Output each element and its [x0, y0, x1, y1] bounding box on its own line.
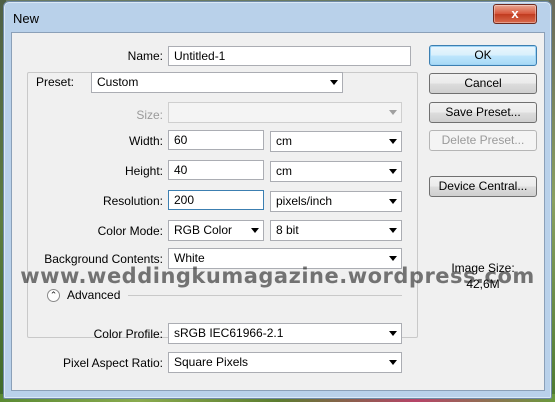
cancel-button[interactable]: Cancel: [429, 73, 537, 94]
image-size-value: 42,6M: [466, 277, 500, 291]
preset-select[interactable]: Custom: [91, 72, 343, 93]
width-label: Width:: [128, 134, 163, 148]
height-input-value: 40: [174, 163, 188, 177]
chevron-down-icon: [389, 228, 397, 233]
close-button[interactable]: x: [493, 4, 537, 24]
chevron-down-icon: [251, 228, 259, 233]
chevron-down-icon: [389, 360, 397, 365]
background-contents-value: White: [174, 251, 205, 265]
resolution-unit-value: pixels/inch: [276, 194, 333, 208]
name-input[interactable]: Untitled-1: [168, 46, 411, 66]
advanced-label[interactable]: Advanced: [67, 288, 120, 302]
name-input-value: Untitled-1: [174, 49, 226, 63]
color-mode-select[interactable]: RGB Color: [168, 220, 264, 241]
name-label: Name:: [127, 49, 163, 63]
resolution-input[interactable]: 200: [168, 190, 264, 210]
width-input-value: 60: [174, 133, 188, 147]
resolution-input-value: 200: [174, 193, 195, 207]
width-unit-select[interactable]: cm: [270, 131, 402, 152]
width-unit-value: cm: [276, 134, 292, 148]
size-select[interactable]: [168, 102, 402, 123]
save-preset-button[interactable]: Save Preset...: [429, 102, 537, 123]
chevron-down-icon: [389, 256, 397, 261]
new-document-dialog: New x Name: Untitled-1 Preset: Custom Si…: [3, 1, 552, 399]
device-central-button[interactable]: Device Central...: [429, 176, 537, 197]
color-profile-value: sRGB IEC61966-2.1: [174, 326, 284, 340]
preset-label: Preset:: [33, 75, 79, 89]
bit-depth-select[interactable]: 8 bit: [270, 220, 402, 241]
pixel-aspect-ratio-select[interactable]: Square Pixels: [168, 352, 402, 373]
width-input[interactable]: 60: [168, 130, 264, 150]
image-size-label: Image Size:: [451, 261, 515, 275]
height-input[interactable]: 40: [168, 160, 264, 180]
pixel-aspect-ratio-label: Pixel Aspect Ratio:: [62, 356, 163, 370]
color-mode-value: RGB Color: [174, 223, 233, 237]
color-profile-select[interactable]: sRGB IEC61966-2.1: [168, 323, 402, 344]
chevron-down-icon: [389, 139, 397, 144]
chevron-down-icon: [389, 110, 397, 115]
chevron-down-icon: [330, 80, 338, 85]
close-icon: x: [511, 6, 519, 21]
color-mode-label: Color Mode:: [97, 224, 163, 238]
height-unit-select[interactable]: cm: [270, 161, 402, 182]
delete-preset-button[interactable]: Delete Preset...: [429, 130, 537, 151]
bit-depth-value: 8 bit: [276, 223, 299, 237]
dialog-client-area: Name: Untitled-1 Preset: Custom Size: Wi…: [11, 32, 545, 391]
advanced-separator: [128, 295, 402, 296]
size-label: Size:: [136, 108, 163, 122]
advanced-toggle-icon[interactable]: ⌃: [47, 289, 60, 302]
resolution-unit-select[interactable]: pixels/inch: [270, 191, 402, 212]
chevron-down-icon: [389, 331, 397, 336]
background-contents-label: Background Contents:: [44, 252, 163, 266]
color-profile-label: Color Profile:: [93, 327, 163, 341]
background-contents-select[interactable]: White: [168, 248, 402, 269]
chevron-down-icon: [389, 199, 397, 204]
title-bar[interactable]: New x: [4, 2, 551, 33]
chevron-up-icon: ⌃: [49, 290, 58, 300]
height-unit-value: cm: [276, 164, 292, 178]
dialog-title: New: [13, 11, 40, 26]
chevron-down-icon: [389, 169, 397, 174]
pixel-aspect-ratio-value: Square Pixels: [174, 355, 249, 369]
preset-select-value: Custom: [97, 75, 139, 89]
height-label: Height:: [124, 164, 163, 178]
resolution-label: Resolution:: [102, 194, 163, 208]
ok-button[interactable]: OK: [429, 45, 537, 66]
